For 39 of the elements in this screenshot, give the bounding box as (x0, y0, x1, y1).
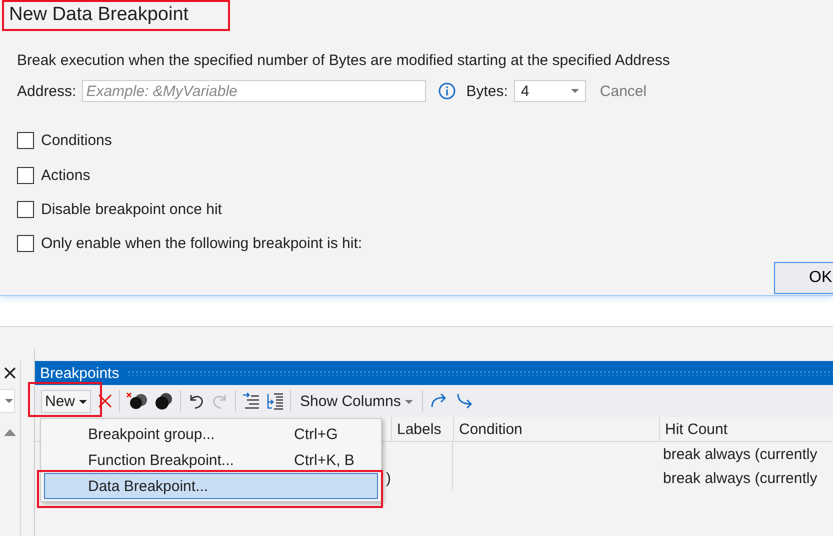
checkbox[interactable] (17, 200, 34, 218)
align-icon[interactable] (242, 392, 260, 410)
cancel-button[interactable]: Cancel (600, 82, 647, 100)
checkbox-label: Conditions (41, 132, 112, 148)
import-icon[interactable] (454, 392, 475, 410)
delete-all-icon[interactable] (126, 392, 148, 410)
scroll-up-icon[interactable] (4, 429, 16, 436)
address-field[interactable]: Example: &MyVariable (82, 80, 426, 102)
bytes-dropdown[interactable]: 4 (514, 80, 586, 102)
delete-icon[interactable] (97, 393, 114, 409)
description-text: Break execution when the specified number of Bytes are modified starting at the specified Address (17, 52, 671, 69)
column-header[interactable]: Labels (391, 417, 453, 441)
menu-item[interactable]: Function Breakpoint... Ctrl+K, B (44, 447, 378, 473)
checkbox[interactable] (17, 132, 34, 148)
new-button[interactable]: New (41, 390, 92, 412)
table-cell-text: break always (currently (662, 446, 818, 462)
ok-button[interactable]: OK (774, 262, 833, 294)
close-icon[interactable] (4, 367, 16, 379)
list-icon[interactable] (266, 392, 284, 410)
show-columns-button[interactable]: Show Columns (297, 390, 416, 412)
checkbox[interactable] (17, 234, 34, 252)
checkbox-label: Disable breakpoint once hit (41, 200, 222, 218)
bytes-label: Bytes: (466, 82, 508, 100)
info-icon[interactable] (438, 82, 456, 100)
dialog-title: New Data Breakpoint (9, 4, 189, 26)
checkbox-label: Only enable when the following breakpoint is hit: (41, 234, 362, 252)
menu-item[interactable]: Data Breakpoint... (44, 473, 378, 499)
toggle-breakpoints-icon[interactable] (154, 392, 174, 410)
column-header[interactable]: Condition (453, 417, 659, 441)
checkbox-label: Actions (41, 166, 90, 184)
column-header[interactable]: Hit Count (659, 417, 728, 441)
address-label: Address: (17, 82, 76, 100)
pane-title: Breakpoints (40, 364, 120, 382)
table-cell-text: break always (currently (662, 470, 818, 486)
export-icon[interactable] (428, 392, 449, 410)
dropdown[interactable] (0, 389, 15, 413)
table-cell: ) (386, 470, 391, 486)
checkbox[interactable] (17, 166, 34, 184)
menu-item[interactable]: Breakpoint group... Ctrl+G (44, 421, 378, 447)
